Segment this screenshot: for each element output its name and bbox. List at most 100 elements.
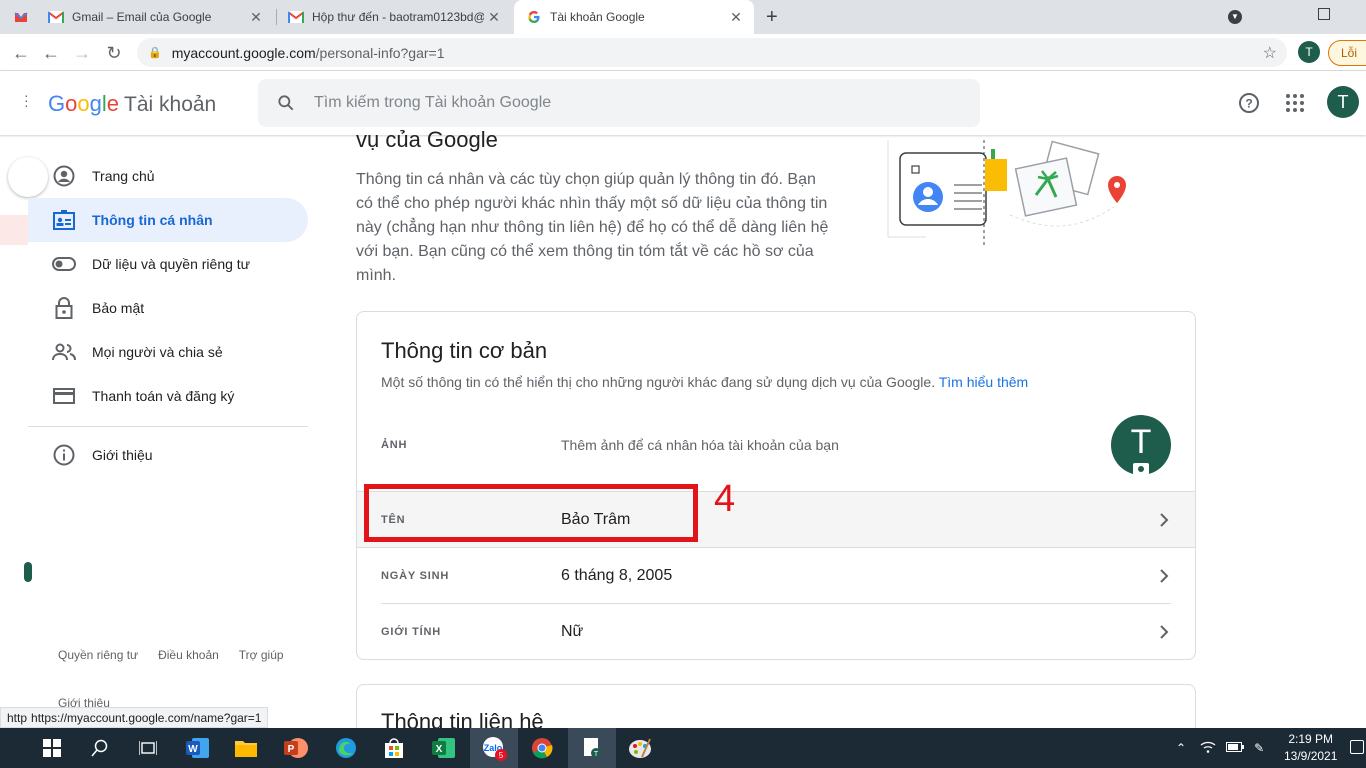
credit-card-icon — [52, 384, 76, 408]
logo-letter: o — [77, 91, 90, 116]
chrome-app-icon[interactable] — [518, 728, 566, 768]
lock-icon: 🔒 — [148, 47, 162, 59]
sidebar-item-label: Thanh toán và đăng ký — [92, 388, 235, 404]
svg-text:P: P — [288, 744, 295, 755]
wifi-icon[interactable] — [1200, 741, 1216, 756]
notepad-app-icon[interactable]: T — [568, 728, 616, 768]
terms-link[interactable]: Điều khoản — [158, 648, 219, 662]
new-tab-button[interactable]: + — [766, 6, 778, 29]
sidebar-item-about[interactable]: Giới thiệu — [28, 433, 308, 477]
subtitle-text: Một số thông tin có thể hiển thị cho nhữ… — [381, 374, 936, 390]
notifications-icon[interactable] — [1350, 740, 1364, 754]
people-icon — [52, 340, 76, 364]
taskbar-clock[interactable]: 2:19 PM 13/9/2021 — [1284, 731, 1337, 765]
powerpoint-app-icon[interactable]: P — [272, 728, 320, 768]
account-avatar[interactable]: T — [1327, 86, 1359, 118]
browser-tab-strip: Gmail – Email của Google ✕ Hộp thư đến -… — [0, 0, 1366, 34]
clock-date: 13/9/2021 — [1284, 749, 1338, 763]
toggle-icon — [52, 252, 76, 276]
more-menu-icon[interactable]: · · · — [24, 88, 29, 112]
basic-info-title: Thông tin cơ bản — [381, 338, 548, 363]
chevron-right-icon — [1160, 624, 1169, 639]
sidebar-item-payments[interactable]: Thanh toán và đăng ký — [28, 374, 308, 418]
edge-avatar — [24, 562, 32, 582]
svg-text:?: ? — [1245, 97, 1252, 111]
gmail-icon — [288, 9, 304, 25]
tab-inbox[interactable]: Hộp thư đến - baotram0123bd@ ✕ — [276, 0, 512, 34]
sidebar-item-people-sharing[interactable]: Mọi người và chia sẻ — [28, 330, 308, 374]
word-app-icon[interactable]: W — [174, 728, 222, 768]
browser-profile-avatar[interactable]: T — [1298, 41, 1320, 63]
svg-text:X: X — [436, 744, 443, 755]
clock-time: 2:19 PM — [1288, 732, 1334, 746]
avatar-initial: T — [1130, 422, 1152, 461]
profile-photo-avatar[interactable]: T — [1111, 415, 1171, 475]
tab-label: Tài khoản Google — [550, 10, 645, 24]
zalo-badge: 5 — [499, 751, 504, 760]
zalo-app-icon[interactable]: Zalo 5 — [470, 728, 518, 768]
chevron-up-icon[interactable]: ⌃ — [1176, 741, 1186, 755]
apps-grid-icon[interactable] — [1283, 91, 1307, 115]
photo-row[interactable]: ẢNH Thêm ảnh để cá nhân hóa tài khoản củ… — [357, 417, 1195, 473]
google-logo: Google — [48, 91, 119, 117]
lock-icon — [52, 296, 76, 320]
status-prefix: http — [7, 710, 28, 725]
sidebar-item-security[interactable]: Bảo mật — [28, 286, 308, 330]
reload-icon[interactable]: ↻ — [102, 41, 126, 65]
excel-app-icon[interactable]: X — [420, 728, 468, 768]
edge-browser-icon[interactable] — [322, 728, 370, 768]
close-icon[interactable]: ✕ — [726, 9, 746, 26]
sidebar-item-label: Trang chủ — [92, 168, 155, 184]
page-intro-text: Thông tin cá nhân và các tùy chọn giúp q… — [356, 171, 829, 284]
chevron-right-icon — [1160, 568, 1169, 583]
tab-search-icon[interactable]: ▼ — [1228, 10, 1242, 24]
back-icon[interactable]: ← — [39, 41, 63, 65]
page-intro-heading: vụ của Google — [356, 127, 498, 152]
tab-google-account[interactable]: Tài khoản Google ✕ — [514, 0, 754, 34]
tab-label: Hộp thư đến - baotram0123bd@ — [312, 10, 484, 24]
help-link[interactable]: Trợ giúp — [239, 648, 284, 662]
bookmark-star-icon[interactable]: ☆ — [1263, 43, 1277, 63]
restore-window-icon[interactable] — [1318, 8, 1330, 20]
task-view-icon[interactable] — [124, 728, 172, 768]
chrome-menu-icon[interactable] — [14, 10, 28, 24]
windows-start-icon[interactable] — [28, 728, 76, 768]
birthday-row[interactable]: NGÀY SINH 6 tháng 8, 2005 — [357, 547, 1195, 603]
search-input[interactable] — [314, 94, 914, 112]
annotation-number: 4 — [714, 478, 736, 520]
battery-icon[interactable] — [1226, 741, 1245, 755]
url-path: /personal-info?gar=1 — [315, 44, 445, 61]
logo-letter: o — [65, 91, 78, 116]
sidebar-item-data-privacy[interactable]: Dữ liệu và quyền riêng tư — [28, 242, 308, 286]
browser-toolbar: ← ← → ↻ 🔒 myaccount.google.com /personal… — [0, 34, 1366, 71]
tab-gmail[interactable]: Gmail – Email của Google ✕ — [36, 0, 274, 34]
forward-icon[interactable]: → — [70, 41, 94, 65]
id-card-icon — [52, 208, 76, 232]
system-tray: ⌃ ✎ — [1176, 728, 1274, 768]
sidebar-item-personal-info[interactable]: Thông tin cá nhân — [28, 198, 308, 242]
google-account-brand[interactable]: Google Tài khoản — [48, 91, 216, 117]
gmail-icon — [48, 9, 64, 25]
learn-more-link[interactable]: Tìm hiểu thêm — [939, 374, 1028, 390]
address-bar[interactable]: 🔒 myaccount.google.com /personal-info?ga… — [137, 38, 1287, 67]
paint-app-icon[interactable] — [616, 728, 664, 768]
close-icon[interactable]: ✕ — [246, 9, 266, 26]
store-app-icon[interactable] — [370, 728, 418, 768]
back-icon[interactable]: ← — [9, 41, 33, 65]
help-icon[interactable]: ? — [1237, 91, 1261, 115]
account-search-bar[interactable] — [258, 79, 980, 127]
logo-letter: g — [89, 91, 102, 116]
privacy-link[interactable]: Quyền riêng tư — [58, 648, 138, 662]
close-icon[interactable]: ✕ — [484, 9, 504, 26]
account-header: Google Tài khoản ? — [0, 71, 1366, 135]
search-icon[interactable] — [76, 728, 124, 768]
search-icon — [278, 95, 294, 111]
file-explorer-icon[interactable] — [222, 728, 270, 768]
basic-info-subtitle: Một số thông tin có thể hiển thị cho nhữ… — [381, 374, 1028, 390]
error-button[interactable]: Lỗi — [1328, 40, 1366, 66]
sidebar-item-home[interactable]: Trang chủ — [28, 154, 308, 198]
gender-row[interactable]: GIỚI TÍNH Nữ — [381, 603, 1171, 659]
pen-icon[interactable]: ✎ — [1254, 741, 1264, 755]
sidebar-item-label: Giới thiệu — [92, 447, 153, 463]
info-icon — [52, 443, 76, 467]
